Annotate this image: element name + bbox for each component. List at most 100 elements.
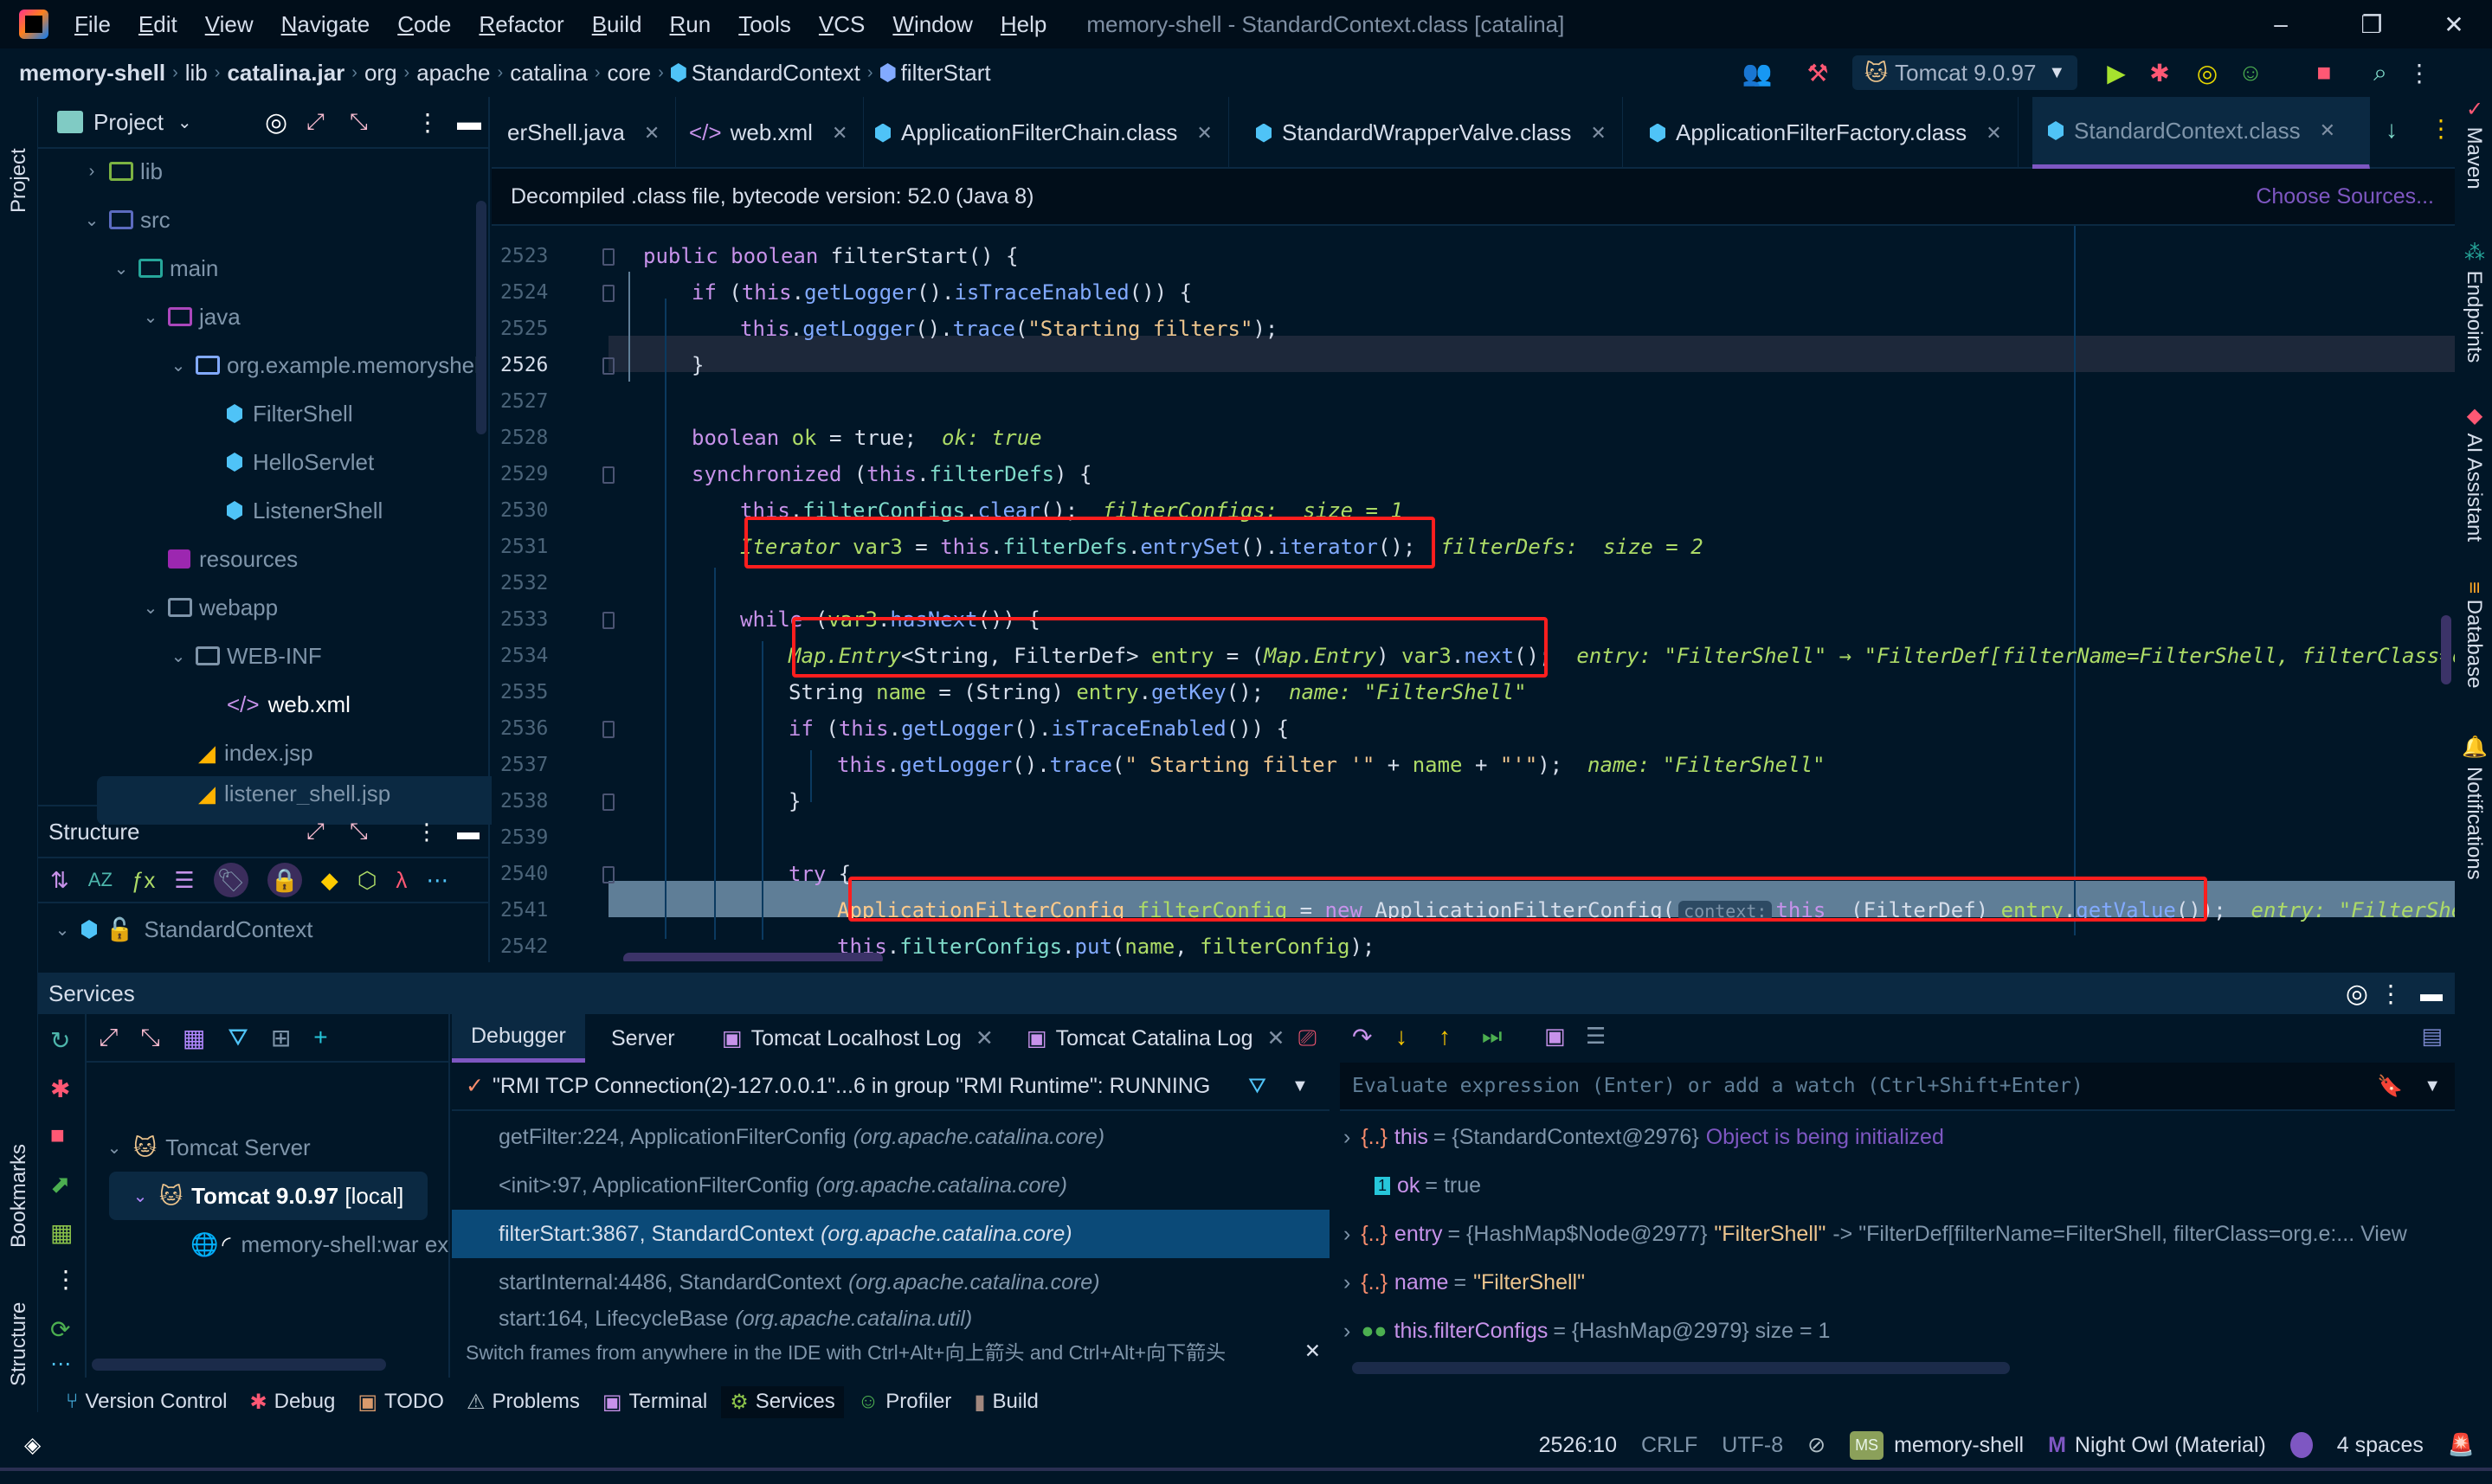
- group-by-icon[interactable]: ▦: [183, 1024, 205, 1052]
- run-to-cursor-icon[interactable]: ⏭: [1482, 1023, 1502, 1050]
- run-configuration-selector[interactable]: 🐱 Tomcat 9.0.97 ▼: [1852, 55, 2078, 90]
- line-number[interactable]: 2539: [500, 826, 561, 849]
- thread-selector[interactable]: ✓ "RMI TCP Connection(2)-127.0.0.1"...6 …: [452, 1063, 1330, 1111]
- menu-view[interactable]: View: [205, 11, 254, 38]
- stack-frame[interactable]: startInternal:4486, StandardContext (org.…: [452, 1258, 1330, 1307]
- breadcrumb-project[interactable]: memory-shell: [19, 60, 165, 87]
- structure-tool-button[interactable]: Structure: [7, 1248, 31, 1386]
- line-number[interactable]: 2536: [500, 717, 561, 740]
- tab-catalina-log[interactable]: ▣ Tomcat Catalina Log ✕: [1008, 1014, 1304, 1063]
- layers-icon[interactable]: ◈: [24, 1432, 41, 1458]
- sort-visibility-icon[interactable]: ⇅: [50, 867, 69, 894]
- line-number[interactable]: 2535: [500, 681, 561, 703]
- tab-web-xml[interactable]: </> web.xml ✕: [673, 97, 865, 169]
- close-tab-icon[interactable]: ✕: [1986, 122, 2001, 145]
- line-number[interactable]: 2538: [500, 790, 561, 813]
- line-number[interactable]: 2526: [500, 354, 561, 376]
- choose-sources-link[interactable]: Choose Sources...: [2256, 184, 2434, 209]
- locate-icon[interactable]: ◎: [2346, 979, 2368, 1009]
- refresh-icon[interactable]: ⟳: [50, 1315, 70, 1344]
- tool-terminal[interactable]: ▣ Terminal: [594, 1386, 716, 1418]
- restore-button[interactable]: ❐: [2333, 0, 2411, 48]
- line-number[interactable]: 2530: [500, 499, 561, 522]
- code-with-me-icon[interactable]: 👥: [1735, 55, 1779, 90]
- code-line[interactable]: }: [692, 347, 704, 383]
- code-line[interactable]: synchronized (this.filterDefs) {: [692, 456, 1091, 492]
- editor-horizontal-scrollbar[interactable]: [623, 953, 883, 961]
- breadcrumb-core[interactable]: core: [608, 60, 652, 87]
- service-item-artifact[interactable]: 🌐 ◜ memory-shell:war ex: [190, 1224, 448, 1265]
- tree-item-filtershell[interactable]: FilterShell: [227, 393, 353, 434]
- tree-item-webapp[interactable]: ⌄ webapp: [140, 587, 278, 628]
- show-inherited-icon[interactable]: ƒx: [132, 867, 155, 894]
- new-tab-icon[interactable]: ⊞: [271, 1024, 291, 1052]
- code-line[interactable]: boolean ok = true; ok: true: [692, 420, 1042, 456]
- close-tab-icon[interactable]: ✕: [2320, 119, 2335, 142]
- tab-filtershell-java[interactable]: erShell.java ✕: [492, 97, 677, 169]
- tree-item-web-inf[interactable]: ⌄ WEB-INF: [168, 635, 322, 677]
- search-icon[interactable]: ⌕: [2363, 55, 2398, 90]
- tool-build[interactable]: ▮ Build: [965, 1386, 1047, 1418]
- chevron-right-icon[interactable]: ›: [1343, 1319, 1350, 1344]
- menu-code[interactable]: Code: [397, 11, 451, 38]
- tree-item-index-jsp[interactable]: ◢ index.jsp: [198, 732, 313, 774]
- fold-marker-icon[interactable]: [602, 721, 615, 738]
- menu-window[interactable]: Window: [892, 11, 972, 38]
- restore-layout-icon[interactable]: ⎚: [1298, 1025, 1317, 1052]
- line-number[interactable]: 2528: [500, 427, 561, 449]
- close-tab-icon[interactable]: ✕: [644, 122, 660, 145]
- variable-row[interactable]: › {..} this = {StandardContext@2976} Object …: [1335, 1113, 1944, 1161]
- locate-icon[interactable]: ◎: [265, 107, 287, 138]
- tool-debug[interactable]: ✱ Debug: [241, 1386, 345, 1418]
- ai-assistant-tool-button[interactable]: ◆ AI Assistant: [2462, 403, 2486, 542]
- coverage-icon[interactable]: ◎: [2190, 55, 2225, 90]
- fold-marker-icon[interactable]: [602, 285, 615, 302]
- line-number[interactable]: 2529: [500, 463, 561, 485]
- tree-item-lib[interactable]: › lib: [81, 151, 163, 192]
- bookmarks-tool-button[interactable]: Bookmarks: [7, 1075, 31, 1248]
- line-separator[interactable]: CRLF: [1641, 1433, 1697, 1458]
- more-icon[interactable]: ⋯: [426, 867, 448, 894]
- line-number[interactable]: 2532: [500, 572, 561, 594]
- options-icon[interactable]: ⋮: [2379, 980, 2403, 1008]
- theme-name[interactable]: Night Owl (Material): [2075, 1433, 2266, 1458]
- project-panel-title[interactable]: Project: [93, 109, 164, 136]
- tab-localhost-log[interactable]: ▣ Tomcat Localhost Log ✕: [703, 1014, 1013, 1063]
- tab-applicationfilterfactory[interactable]: ApplicationFilterFactory.class ✕: [1634, 97, 2019, 169]
- diamond-icon[interactable]: ◆: [321, 867, 338, 894]
- service-item-tomcat-local[interactable]: ⌄ 🐱 Tomcat 9.0.97 [local]: [130, 1175, 404, 1217]
- line-number[interactable]: 2531: [500, 536, 561, 558]
- code-line[interactable]: public boolean filterStart() {: [643, 238, 1019, 274]
- tree-item-src[interactable]: ⌄ src: [81, 199, 171, 241]
- tab-standardwrappervalve[interactable]: StandardWrapperValve.class ✕: [1240, 97, 1623, 169]
- add-watch-icon[interactable]: 🔖: [2377, 1074, 2403, 1099]
- variable-row[interactable]: › {..} entry = {HashMap$Node@2977} "FilterSh…: [1335, 1210, 2407, 1258]
- tool-profiler[interactable]: ☺ Profiler: [849, 1386, 961, 1417]
- rerun-icon[interactable]: ↻: [50, 1026, 70, 1055]
- breadcrumb-jar[interactable]: catalina.jar: [227, 60, 345, 87]
- more-actions-icon[interactable]: ⋯: [50, 1352, 71, 1377]
- variable-row[interactable]: › ●● this.filterConfigs = {HashMap@2979} si…: [1335, 1307, 1830, 1355]
- evaluate-expression-input[interactable]: Evaluate expression (Enter) or add a wat…: [1340, 1063, 2455, 1111]
- profile-icon[interactable]: ☺: [2233, 55, 2268, 90]
- tree-item-main[interactable]: ⌄ main: [111, 247, 219, 289]
- tree-item-helloservlet[interactable]: HelloServlet: [227, 441, 374, 483]
- filter-icon[interactable]: ⛛: [228, 1024, 248, 1052]
- menu-tools[interactable]: Tools: [738, 11, 791, 38]
- readonly-icon[interactable]: ⊘: [1807, 1432, 1826, 1458]
- tab-applicationfilterchain[interactable]: ApplicationFilterChain.class ✕: [860, 97, 1229, 169]
- hide-panel-icon[interactable]: ▬: [457, 819, 480, 845]
- collapse-all-icon[interactable]: ⤡: [350, 108, 368, 136]
- chevron-right-icon[interactable]: ›: [1343, 1270, 1350, 1295]
- filter-icon[interactable]: ⛛: [1248, 1074, 1266, 1099]
- menu-file[interactable]: File: [74, 11, 111, 38]
- expand-all-icon[interactable]: ⤢: [99, 1024, 118, 1052]
- show-fields-icon[interactable]: ☰: [174, 867, 194, 894]
- code-line[interactable]: String name = (String) entry.getKey(); n…: [789, 674, 1527, 710]
- variables-scrollbar[interactable]: [1352, 1362, 2010, 1374]
- database-tool-button[interactable]: ≡ Database: [2462, 581, 2486, 688]
- close-tab-icon[interactable]: ✕: [1196, 122, 1212, 145]
- line-number[interactable]: 2524: [500, 281, 561, 304]
- menu-refactor[interactable]: Refactor: [479, 11, 563, 38]
- menu-navigate[interactable]: Navigate: [281, 11, 370, 38]
